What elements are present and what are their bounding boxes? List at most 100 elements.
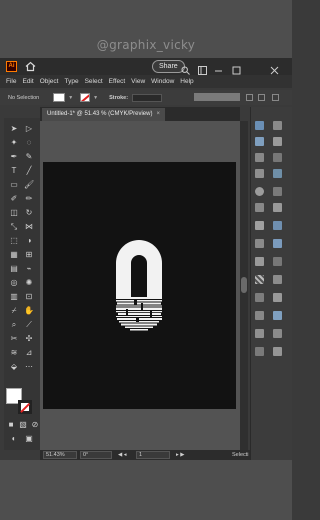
- search-icon[interactable]: [181, 62, 190, 75]
- hand-tool-icon[interactable]: ✋: [24, 306, 34, 316]
- column-graph-icon[interactable]: ▥: [9, 292, 19, 302]
- document-tab[interactable]: Untitled-1* @ 51.43 % (CMYK/Preview) ×: [42, 108, 165, 121]
- stroke-weight-field[interactable]: [132, 93, 163, 102]
- measure-tool-icon[interactable]: ⊿: [24, 348, 34, 358]
- close-icon[interactable]: ×: [156, 111, 160, 117]
- minimize-icon[interactable]: [214, 62, 223, 72]
- live-paint-icon[interactable]: ⬙: [9, 362, 19, 372]
- menu-select[interactable]: Select: [85, 78, 103, 85]
- lasso-icon[interactable]: ◌: [24, 138, 34, 148]
- gradient-panel-icon[interactable]: [273, 169, 282, 178]
- paragraph-icon[interactable]: [273, 187, 282, 196]
- align-icon[interactable]: [273, 275, 282, 284]
- warp-tool-icon[interactable]: ≋: [9, 348, 19, 358]
- zoom-tool-icon[interactable]: ⌕: [9, 320, 19, 330]
- share-button[interactable]: Share: [152, 60, 185, 73]
- history-icon[interactable]: [273, 347, 282, 356]
- layers-icon[interactable]: [255, 239, 264, 248]
- appearance-icon[interactable]: [255, 221, 264, 230]
- draw-mode-icon[interactable]: ◐: [9, 434, 19, 444]
- line-tool-icon[interactable]: ╱: [24, 166, 34, 176]
- direct-selection-tool-icon[interactable]: ▷: [24, 124, 34, 134]
- properties-icon[interactable]: [255, 121, 264, 130]
- rotate-tool-icon[interactable]: ↻: [24, 208, 34, 218]
- brushes-icon[interactable]: [255, 153, 264, 162]
- rectangle-tool-icon[interactable]: ▭: [9, 180, 19, 190]
- color-icon[interactable]: [255, 137, 264, 146]
- fill-swatch[interactable]: [53, 93, 66, 102]
- selection-tool-icon[interactable]: ➤: [9, 124, 19, 134]
- workspace-icon[interactable]: [198, 62, 207, 75]
- shape-builder-icon[interactable]: ◑: [24, 236, 34, 246]
- graphic-styles-icon[interactable]: [273, 221, 282, 230]
- width-tool-icon[interactable]: ⋈: [24, 222, 34, 232]
- libraries-icon[interactable]: [273, 121, 282, 130]
- artboard-tool-icon[interactable]: ⊡: [24, 292, 34, 302]
- scrollbar-thumb[interactable]: [241, 277, 247, 293]
- blend-tool-icon[interactable]: ◎: [9, 278, 19, 288]
- asset-export-icon[interactable]: [255, 257, 264, 266]
- eraser-icon[interactable]: ◫: [9, 208, 19, 218]
- color-mode-icon[interactable]: ■: [6, 420, 16, 430]
- actions-icon[interactable]: [255, 329, 264, 338]
- pen-tool-icon[interactable]: ✒: [9, 152, 19, 162]
- menu-icon[interactable]: [272, 94, 279, 101]
- transparency-icon[interactable]: [255, 275, 264, 284]
- next-artboard-icon[interactable]: ▸ ▶: [176, 451, 185, 459]
- scissors-icon[interactable]: ✂: [9, 334, 19, 344]
- glyphs-icon[interactable]: [255, 203, 264, 212]
- edit-toolbar-icon[interactable]: ⋯: [24, 362, 34, 372]
- shaper-tool-icon[interactable]: ✐: [9, 194, 19, 204]
- image-trace-icon[interactable]: [273, 329, 282, 338]
- menu-help[interactable]: Help: [180, 78, 193, 85]
- swatches-icon[interactable]: [273, 137, 282, 146]
- zero-glyph-artwork[interactable]: [116, 239, 162, 335]
- variable-width-field[interactable]: [194, 93, 240, 101]
- curvature-tool-icon[interactable]: ✎: [24, 152, 34, 162]
- pathfinder-icon[interactable]: [255, 293, 264, 302]
- navigator-icon[interactable]: [255, 311, 264, 320]
- perspective-grid-icon[interactable]: ▦: [9, 250, 19, 260]
- canvas-area[interactable]: [40, 121, 240, 450]
- symbols-icon[interactable]: [273, 153, 282, 162]
- opacity-icon[interactable]: [258, 94, 265, 101]
- menu-edit[interactable]: Edit: [22, 78, 33, 85]
- gradient-tool-icon[interactable]: ▤: [9, 264, 19, 274]
- character-icon[interactable]: [255, 187, 264, 196]
- info-icon[interactable]: [273, 311, 282, 320]
- artboard[interactable]: [43, 162, 236, 409]
- mesh-tool-icon[interactable]: ⊞: [24, 250, 34, 260]
- first-artboard-icon[interactable]: ◀ ◂: [118, 451, 127, 459]
- puppet-warp-icon[interactable]: ✣: [24, 334, 34, 344]
- pencil-icon[interactable]: ✏: [24, 194, 34, 204]
- scale-tool-icon[interactable]: ⤡: [9, 222, 19, 232]
- paintbrush-icon[interactable]: 🖌: [24, 180, 34, 190]
- maximize-icon[interactable]: [232, 62, 241, 75]
- menu-file[interactable]: File: [6, 78, 16, 85]
- magic-wand-icon[interactable]: ✦: [9, 138, 19, 148]
- variables-icon[interactable]: [255, 347, 264, 356]
- menu-object[interactable]: Object: [40, 78, 59, 85]
- symbol-sprayer-icon[interactable]: ✺: [24, 278, 34, 288]
- knife-tool-icon[interactable]: ⟋: [24, 320, 34, 330]
- opentype-icon[interactable]: [273, 203, 282, 212]
- stroke-swatch[interactable]: [80, 93, 91, 102]
- home-icon[interactable]: [25, 61, 36, 72]
- links-icon[interactable]: [273, 257, 282, 266]
- menu-effect[interactable]: Effect: [109, 78, 126, 85]
- gradient-mode-icon[interactable]: ▧: [18, 420, 28, 430]
- menu-type[interactable]: Type: [64, 78, 78, 85]
- slice-tool-icon[interactable]: ⌿: [9, 306, 19, 316]
- style-icon[interactable]: [246, 94, 253, 101]
- stroke-color-box[interactable]: [18, 400, 32, 414]
- screen-mode-icon[interactable]: ▣: [24, 434, 34, 444]
- artboards-panel-icon[interactable]: [273, 239, 282, 248]
- stroke-panel-icon[interactable]: [255, 169, 264, 178]
- transform-icon[interactable]: [273, 293, 282, 302]
- menu-window[interactable]: Window: [151, 78, 174, 85]
- menu-view[interactable]: View: [131, 78, 145, 85]
- stroke-label[interactable]: Stroke:: [109, 95, 128, 101]
- free-transform-icon[interactable]: ⬚: [9, 236, 19, 246]
- eyedropper-icon[interactable]: ⌁: [24, 264, 34, 274]
- chevron-down-icon[interactable]: ▼: [93, 95, 98, 101]
